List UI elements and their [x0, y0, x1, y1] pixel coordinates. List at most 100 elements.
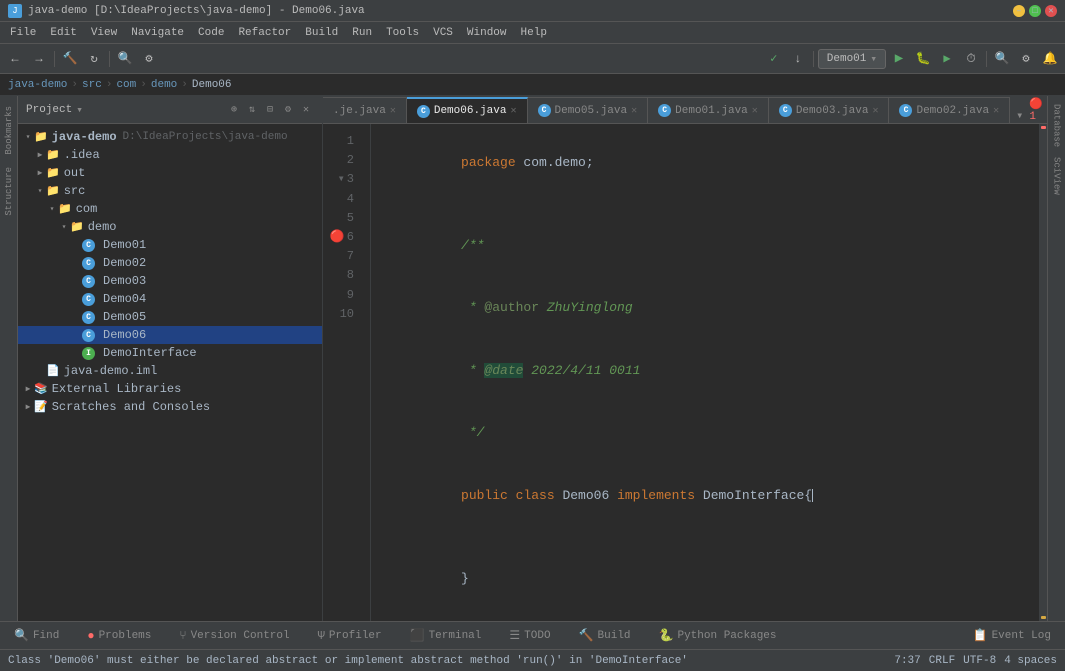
minimize-button[interactable]: – [1013, 5, 1025, 17]
menu-build[interactable]: Build [299, 25, 344, 41]
run-config-selector[interactable]: Demo01 ▾ [818, 49, 886, 69]
panel-collapse-btn[interactable]: ⊟ [262, 102, 278, 118]
panel-title-label: Project [26, 104, 72, 116]
side-tab-sciview[interactable]: SciView [1050, 153, 1064, 199]
close-button[interactable]: ✕ [1045, 5, 1057, 17]
menu-navigate[interactable]: Navigate [125, 25, 190, 41]
tree-demo05[interactable]: C Demo05 [18, 308, 322, 326]
run-with-coverage[interactable]: ▶ [936, 48, 958, 70]
tree-iml[interactable]: 📄 java-demo.iml [18, 362, 322, 380]
tree-demo01[interactable]: C Demo01 [18, 236, 322, 254]
tab-demo03[interactable]: C Demo03.java ✕ [769, 97, 890, 123]
tab-demo03-close[interactable]: ✕ [872, 105, 878, 117]
code-line-3: /** [383, 215, 1027, 277]
status-encoding[interactable]: UTF-8 [963, 655, 996, 667]
tree-demo[interactable]: ▾ 📁 demo [18, 218, 322, 236]
menu-code[interactable]: Code [192, 25, 230, 41]
tool-vcs[interactable]: ⑂ Version Control [173, 627, 295, 645]
toolbar-search2[interactable]: 🔍 [991, 48, 1013, 70]
menu-window[interactable]: Window [461, 25, 513, 41]
tab-je[interactable]: .je.java ✕ [323, 97, 407, 123]
toolbar-vcs[interactable]: ✓ [763, 48, 785, 70]
menu-help[interactable]: Help [515, 25, 553, 41]
project-tree: ▾ 📁 java-demo D:\IdeaProjects\java-demo … [18, 124, 322, 621]
tool-terminal[interactable]: ⬛ Terminal [404, 626, 488, 645]
panel-add-btn[interactable]: ⊕ [226, 102, 242, 118]
tree-demo06[interactable]: C Demo06 [18, 326, 322, 344]
tabs-bar: .je.java ✕ C Demo06.java ✕ C Demo05.java… [323, 96, 1047, 124]
side-tab-bookmarks[interactable]: Bookmarks [2, 100, 16, 161]
menu-view[interactable]: View [85, 25, 123, 41]
tree-scratches[interactable]: ▶ 📝 Scratches and Consoles [18, 398, 322, 416]
tool-find[interactable]: 🔍 Find [8, 626, 65, 645]
menu-file[interactable]: File [4, 25, 42, 41]
tabs-more-btn[interactable]: ▾ [1010, 108, 1029, 123]
tree-com[interactable]: ▾ 📁 com [18, 200, 322, 218]
tool-problems[interactable]: ● Problems [81, 627, 157, 645]
tree-root[interactable]: ▾ 📁 java-demo D:\IdeaProjects\java-demo [18, 128, 322, 146]
profile-button[interactable]: ⏱ [960, 48, 982, 70]
tab-demo06-label: Demo06.java [434, 105, 507, 117]
maximize-button[interactable]: □ [1029, 5, 1041, 17]
terminal-icon: ⬛ [410, 628, 425, 643]
code-line-4: * @author ZhuYinglong [383, 278, 1027, 340]
vertical-scrollbar[interactable] [1039, 124, 1047, 621]
breadcrumb-java-demo[interactable]: java-demo [8, 79, 67, 91]
tree-idea[interactable]: ▶ 📁 .idea [18, 146, 322, 164]
toolbar-notifications[interactable]: 🔔 [1039, 48, 1061, 70]
tree-out[interactable]: ▶ 📁 out [18, 164, 322, 182]
tool-todo[interactable]: ☰ TODO [503, 626, 556, 645]
toolbar-search[interactable]: 🔍 [114, 48, 136, 70]
tree-src[interactable]: ▾ 📁 src [18, 182, 322, 200]
tool-profiler[interactable]: Ψ Profiler [312, 627, 388, 645]
run-button[interactable]: ▶ [888, 48, 910, 70]
breadcrumb-demo[interactable]: demo [151, 79, 177, 91]
status-indent[interactable]: 4 spaces [1004, 655, 1057, 667]
breadcrumb-com[interactable]: com [116, 79, 136, 91]
menu-run[interactable]: Run [346, 25, 378, 41]
tab-demo05[interactable]: C Demo05.java ✕ [528, 97, 649, 123]
status-position[interactable]: 7:37 [894, 655, 920, 667]
tab-je-close[interactable]: ✕ [390, 105, 396, 117]
tool-build[interactable]: 🔨 Build [573, 626, 637, 645]
menu-edit[interactable]: Edit [44, 25, 82, 41]
tab-demo01-close[interactable]: ✕ [752, 105, 758, 117]
tree-demo03[interactable]: C Demo03 [18, 272, 322, 290]
menu-tools[interactable]: Tools [380, 25, 425, 41]
tree-ext-libs[interactable]: ▶ 📚 External Libraries [18, 380, 322, 398]
editor-content[interactable]: 1 2 ▾ 3 4 5 🔴 6 7 8 9 10 package com.dem… [323, 124, 1047, 621]
tab-demo02-close[interactable]: ✕ [993, 105, 999, 117]
toolbar-update[interactable]: ↓ [787, 48, 809, 70]
tree-demointerface[interactable]: I DemoInterface [18, 344, 322, 362]
panel-settings-btn[interactable]: ⚙ [280, 102, 296, 118]
toolbar-sync[interactable]: ↻ [83, 48, 105, 70]
debug-button[interactable]: 🐛 [912, 48, 934, 70]
tree-demo04[interactable]: C Demo04 [18, 290, 322, 308]
toolbar-settings2[interactable]: ⚙ [1015, 48, 1037, 70]
panel-close-btn[interactable]: ✕ [298, 102, 314, 118]
tab-demo05-close[interactable]: ✕ [631, 105, 637, 117]
panel-scroll-btn[interactable]: ⇅ [244, 102, 260, 118]
demo03-icon: C [82, 275, 95, 288]
line-num-2: 2 [323, 151, 362, 170]
toolbar-build[interactable]: 🔨 [59, 48, 81, 70]
code-editor[interactable]: package com.demo; /** * @author ZhuYingl… [371, 124, 1039, 621]
tool-python[interactable]: 🐍 Python Packages [653, 626, 783, 645]
breadcrumb-src[interactable]: src [82, 79, 102, 91]
tab-demo01[interactable]: C Demo01.java ✕ [648, 97, 769, 123]
tab-demo01-label: Demo01.java [675, 105, 748, 117]
tab-demo02[interactable]: C Demo02.java ✕ [889, 97, 1010, 123]
tab-demo06[interactable]: C Demo06.java ✕ [407, 97, 528, 123]
toolbar-back[interactable]: ← [4, 48, 26, 70]
toolbar-sep4 [986, 51, 987, 67]
tab-demo06-close[interactable]: ✕ [510, 105, 516, 117]
menu-refactor[interactable]: Refactor [232, 25, 297, 41]
side-tab-database[interactable]: Database [1050, 100, 1064, 151]
menu-vcs[interactable]: VCS [427, 25, 459, 41]
toolbar-forward[interactable]: → [28, 48, 50, 70]
side-tab-structure[interactable]: Structure [2, 161, 16, 222]
tool-event-log[interactable]: 📋 Event Log [967, 626, 1057, 645]
toolbar-settings[interactable]: ⚙ [138, 48, 160, 70]
tree-demo02[interactable]: C Demo02 [18, 254, 322, 272]
status-line-ending[interactable]: CRLF [929, 655, 955, 667]
